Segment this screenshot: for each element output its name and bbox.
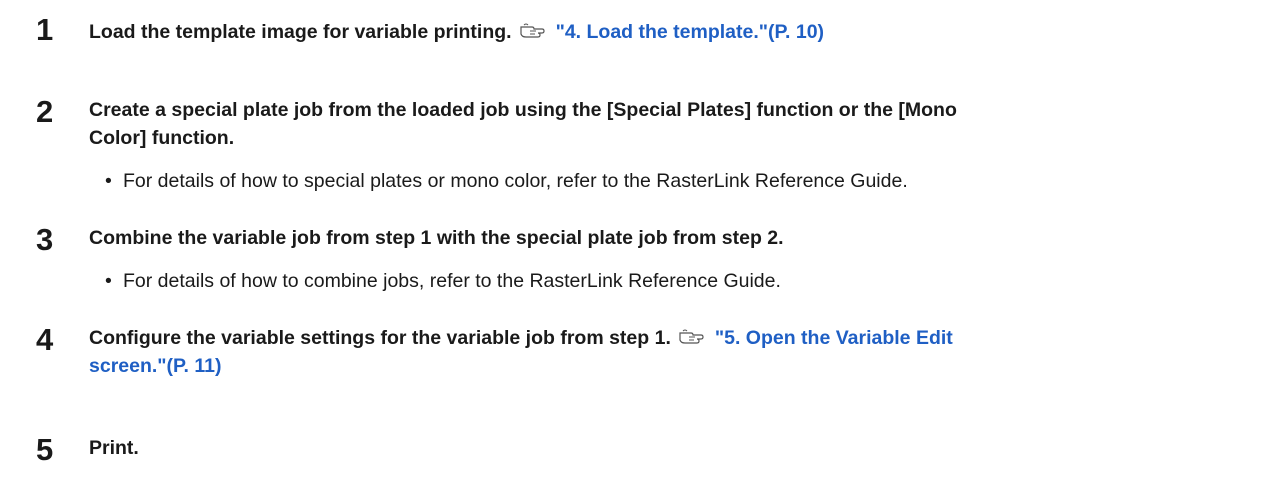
bullet-symbol: • — [105, 170, 112, 192]
bullet-item: • For details of how to combine jobs, ref… — [105, 268, 781, 294]
step-text: Print. — [89, 437, 139, 459]
step-text: Combine the variable job from step 1 wit… — [89, 227, 784, 249]
page-reference-link[interactable]: "4. Load the template."(P. 10) — [556, 21, 824, 43]
bullet-text: For details of how to special plates or … — [123, 170, 908, 192]
page-reference-link-continued[interactable]: screen."(P. 11) — [89, 355, 221, 377]
bullet-item: • For details of how to special plates or… — [105, 168, 908, 194]
reference-hand-icon — [519, 23, 545, 38]
step-number: 5 — [36, 432, 54, 467]
step-number: 3 — [36, 222, 54, 257]
step-number: 1 — [36, 12, 54, 47]
page-reference-link[interactable]: "5. Open the Variable Edit — [715, 327, 953, 349]
bullet-text: For details of how to combine jobs, refe… — [123, 270, 781, 292]
step-instruction: Print. — [89, 434, 1223, 462]
step-instruction: Combine the variable job from step 1 wit… — [89, 224, 1223, 252]
bullet-symbol: • — [105, 270, 112, 292]
step-instruction: Configure the variable settings for the … — [89, 324, 1223, 380]
step-number: 4 — [36, 322, 54, 357]
step-instruction: Load the template image for variable pri… — [89, 18, 1223, 46]
step-text-line: Create a special plate job from the load… — [89, 99, 957, 121]
step-text: Load the template image for variable pri… — [89, 21, 512, 43]
step-instruction: Create a special plate job from the load… — [89, 96, 1223, 152]
reference-hand-icon — [679, 329, 704, 344]
step-text-line: Color] function. — [89, 127, 235, 149]
step-number: 2 — [36, 94, 54, 129]
step-text: Configure the variable settings for the … — [89, 327, 671, 349]
